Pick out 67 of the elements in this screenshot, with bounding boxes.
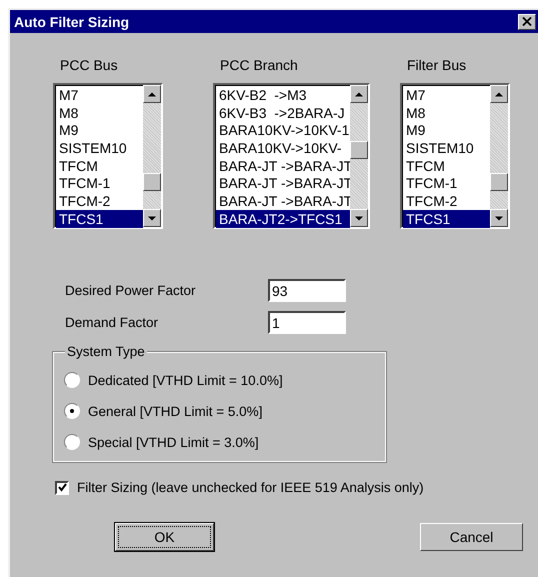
list-item[interactable]: BARA-JT ->BARA-JT [216, 192, 350, 210]
scroll-up-button[interactable] [350, 85, 368, 103]
down-arrow-icon [355, 216, 363, 220]
scrollbar[interactable] [143, 85, 161, 227]
up-arrow-icon [495, 92, 503, 96]
list-item[interactable]: BARA10KV->10KV- [216, 139, 350, 157]
radio-label[interactable]: Dedicated [VTHD Limit = 10.0%] [88, 372, 283, 388]
input-field[interactable]: 93 [268, 279, 346, 302]
up-arrow-icon [355, 92, 363, 96]
list-item[interactable]: TFCM [403, 156, 490, 174]
list-item[interactable]: TFCM [56, 156, 143, 174]
list-item[interactable]: TFCM-1 [56, 174, 143, 192]
list-box[interactable]: M7 M8 M9 SISTEM10 TFCM TFCM-1 TFCM-2 TFCS1 [400, 83, 510, 229]
group-title: System Type [65, 344, 147, 359]
list-item[interactable]: M8 [403, 104, 490, 122]
scroll-up-button[interactable] [143, 85, 161, 103]
radio-label[interactable]: General [VTHD Limit = 5.0%] [88, 404, 262, 418]
list-box[interactable]: M7 M8 M9 SISTEM10 TFCM TFCM-1 TFCM-2 TFCS1 [53, 83, 163, 229]
scroll-thumb[interactable] [490, 173, 508, 191]
list-item[interactable]: M8 [56, 104, 143, 122]
list-item[interactable]: M9 [403, 121, 490, 140]
list-item[interactable]: M9 [56, 121, 143, 140]
list-item[interactable]: BARA10KV->10KV-1 [216, 121, 350, 140]
close-button[interactable] [518, 14, 536, 30]
radio-label[interactable]: Special [VTHD Limit = 3.0%] [88, 434, 259, 450]
field-label: Demand Factor [65, 315, 160, 330]
close-icon [522, 17, 532, 26]
scrollbar[interactable] [350, 85, 368, 227]
scroll-down-button[interactable] [490, 209, 508, 227]
list-item[interactable]: BARA-JT ->BARA-JT [216, 156, 350, 174]
cancel-button[interactable]: Cancel [420, 523, 523, 551]
ok-button[interactable]: OK [115, 523, 214, 551]
input-field[interactable]: 1 [268, 311, 346, 334]
scroll-down-button[interactable] [350, 209, 368, 227]
radio-button[interactable] [64, 403, 80, 419]
window-title: Auto Filter Sizing [14, 14, 130, 30]
field-label: Desired Power Factor [65, 283, 197, 298]
scroll-down-button[interactable] [143, 209, 161, 227]
list-item[interactable]: TFCS1 [403, 210, 490, 228]
down-arrow-icon [148, 216, 156, 220]
list-item[interactable]: TFCM-2 [56, 192, 143, 210]
scrollbar[interactable] [490, 85, 508, 227]
up-arrow-icon [148, 92, 156, 96]
list-item[interactable]: M7 [403, 86, 490, 104]
list-label: PCC Branch [220, 57, 299, 73]
scroll-thumb[interactable] [350, 141, 368, 159]
list-box[interactable]: 6KV-B2 ->M3 6KV-B3 ->2BARA-J BARA10KV->10KV-1 BARA10KV->10KV- BARA-JT ->BARA-JT BARA-JT ->BARA-JT BARA-JT ->BARA-JT BARA-JT2->TFCS1 [213, 83, 370, 229]
scroll-up-button[interactable] [490, 85, 508, 103]
list-item[interactable]: SISTEM10 [403, 139, 490, 157]
list-item[interactable]: TFCM-1 [403, 174, 490, 192]
list-label: Filter Bus [407, 57, 468, 73]
list-item[interactable]: 6KV-B2 ->M3 [216, 86, 350, 104]
radio-button[interactable] [64, 372, 80, 388]
checkmark-icon [58, 483, 66, 492]
checkbox-label[interactable]: Filter Sizing (leave unchecked for IEEE 519 Analysis only) [77, 480, 424, 495]
list-item[interactable]: 6KV-B3 ->2BARA-J [216, 104, 350, 122]
checkbox[interactable] [55, 480, 69, 494]
list-item[interactable]: TFCM-2 [403, 192, 490, 210]
list-item[interactable]: TFCS1 [56, 210, 143, 228]
radio-button[interactable] [64, 434, 80, 450]
list-label: PCC Bus [60, 57, 119, 73]
scroll-thumb[interactable] [143, 173, 161, 191]
down-arrow-icon [495, 216, 503, 220]
list-item[interactable]: SISTEM10 [56, 139, 143, 157]
list-item[interactable]: M7 [56, 86, 143, 104]
list-item[interactable]: BARA-JT ->BARA-JT [216, 174, 350, 192]
list-item[interactable]: BARA-JT2->TFCS1 [216, 210, 350, 228]
